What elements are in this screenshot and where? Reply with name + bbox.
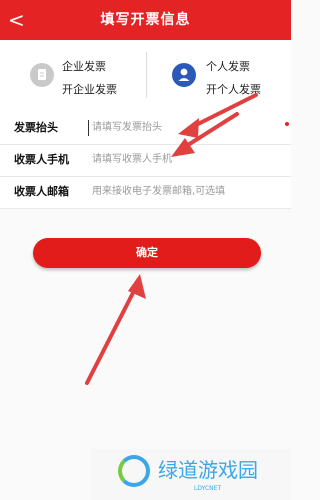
confirm-button[interactable]: 确定 (33, 238, 261, 268)
document-icon (30, 63, 54, 87)
invoice-form: 发票抬头 请填写发票抬头 收票人手机 请填写收票人手机 收票人邮箱 用来接收电子… (0, 112, 291, 209)
invoice-type-company-subtitle: 开企业发票 (62, 83, 117, 96)
person-icon (172, 63, 196, 87)
invoice-type-company[interactable]: 企业发票 开企业发票 (8, 50, 148, 102)
invoice-type-company-title: 企业发票 (62, 60, 106, 73)
invoice-type-personal[interactable]: 个人发票 开个人发票 (164, 50, 304, 102)
required-marker (285, 122, 289, 126)
receiver-phone-row: 收票人手机 请填写收票人手机 (0, 144, 291, 177)
invoice-title-label: 发票抬头 (14, 121, 58, 134)
receiver-phone-label: 收票人手机 (14, 153, 69, 166)
text-caret (88, 120, 89, 136)
invoice-type-personal-subtitle: 开个人发票 (206, 83, 261, 96)
watermark-text: 绿道游戏园 (158, 458, 258, 482)
invoice-title-row: 发票抬头 请填写发票抬头 (0, 112, 291, 145)
invoice-title-input[interactable]: 请填写发票抬头 (92, 117, 282, 139)
watermark: 绿道游戏园 LDYCNET (91, 449, 291, 500)
type-divider (146, 52, 147, 98)
invoice-type-personal-title: 个人发票 (206, 60, 250, 73)
watermark-logo-icon (118, 455, 150, 487)
receiver-email-input[interactable]: 用来接收电子发票邮箱,可选填 (92, 181, 282, 203)
receiver-phone-input[interactable]: 请填写收票人手机 (92, 149, 282, 171)
arrow-head-3 (128, 274, 146, 299)
receiver-email-label: 收票人邮箱 (14, 185, 69, 198)
app-header: < 填写开票信息 (0, 0, 291, 40)
receiver-email-row: 收票人邮箱 用来接收电子发票邮箱,可选填 (0, 176, 291, 209)
page-title: 填写开票信息 (100, 12, 191, 28)
watermark-subtext: LDYCNET (194, 485, 222, 492)
arrow-to-confirm (85, 285, 138, 385)
